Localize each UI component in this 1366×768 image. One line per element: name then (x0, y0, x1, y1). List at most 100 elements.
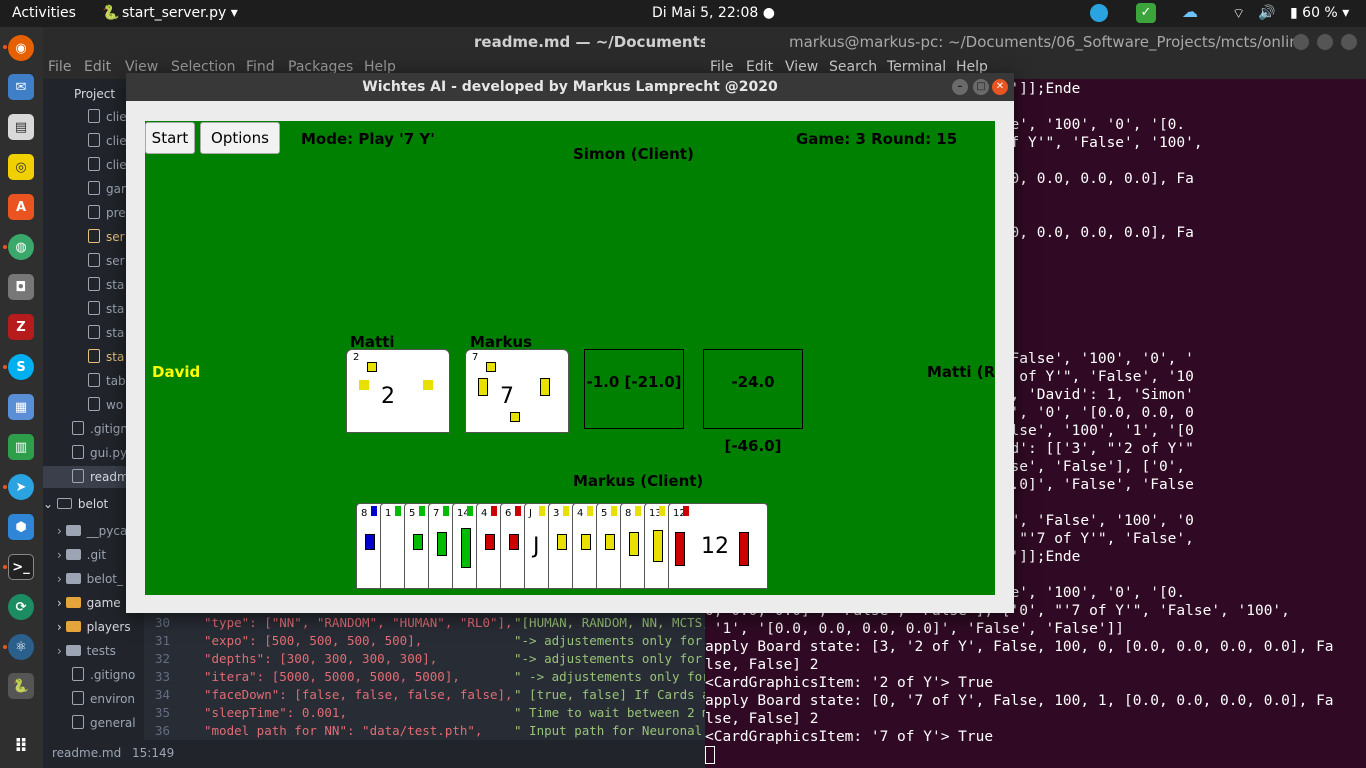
hand-card-suit-bar (485, 534, 495, 550)
thunderbird-icon[interactable]: ✉ (8, 74, 34, 100)
tree-file[interactable]: sta (88, 346, 124, 368)
options-button[interactable]: Options (200, 122, 280, 154)
tree-file[interactable]: .gitigno (72, 664, 135, 686)
tree-file[interactable]: .gitign (72, 418, 128, 440)
tree-folder-belot[interactable]: ⌄ belot (43, 493, 108, 515)
atom-icon[interactable]: ⚛ (8, 634, 34, 660)
firefox-icon[interactable]: ◉ (8, 35, 34, 61)
code-line: 30 "type": ["NN", "RANDOM", "HUMAN", "RL0… (144, 615, 705, 633)
activities-button[interactable]: Activities (12, 5, 76, 21)
hand-card[interactable]: 12 12 (668, 503, 768, 589)
close-button[interactable]: ✕ (992, 79, 1008, 95)
atom-titlebar: readme.md — ~/Documents/06_S (43, 27, 753, 57)
start-button[interactable]: Start (145, 122, 195, 154)
tree-folder[interactable]: › players (57, 616, 131, 638)
telegram-tray-icon[interactable] (1090, 4, 1108, 22)
rhythmbox-icon[interactable]: ◎ (8, 154, 34, 180)
tree-file[interactable]: clie (88, 106, 127, 128)
tree-folder[interactable]: › tests (57, 640, 116, 662)
tree-folder-label: __pyca (86, 524, 128, 538)
file-icon (88, 229, 100, 243)
app-menu[interactable]: start_server.py ▾ (122, 5, 238, 21)
played-card[interactable]: 7 7 (465, 349, 569, 433)
battery-indicator[interactable]: ▮ 60 % ▾ (1290, 5, 1349, 21)
volume-icon[interactable]: 🔊 (1258, 5, 1275, 21)
top-bar: Activities 🐍 start_server.py ▾ Di Mai 5,… (0, 0, 1366, 27)
cube-app-icon[interactable]: ⬢ (8, 514, 34, 540)
clock[interactable]: Di Mai 5, 22:08 ● (652, 5, 775, 21)
browser-icon[interactable]: ◍ (8, 234, 34, 260)
tree-file[interactable]: gui.py (72, 442, 127, 464)
camera-icon[interactable]: ◘ (8, 274, 34, 300)
tree-file[interactable]: environ (72, 688, 135, 710)
tree-folder[interactable]: › game (57, 592, 121, 614)
file-icon (72, 421, 84, 435)
minimize-button[interactable] (1293, 34, 1309, 50)
menu-file[interactable]: File (48, 59, 71, 75)
line-number: 31 (154, 633, 170, 648)
tree-file[interactable]: ser (88, 226, 125, 248)
tree-folder[interactable]: › .git (57, 544, 106, 566)
telegram-icon[interactable]: ➤ (8, 474, 34, 500)
cloud-tray-icon[interactable]: ☁ (1182, 2, 1198, 21)
folder-icon (65, 621, 81, 632)
played-card[interactable]: 2 2 (346, 349, 450, 433)
calc-icon[interactable]: ▥ (8, 434, 34, 460)
minimize-button[interactable]: – (952, 79, 968, 95)
tree-file[interactable]: clie (88, 130, 127, 152)
python-game-icon[interactable]: 🐍 (8, 673, 34, 699)
tree-file-label: sta (106, 326, 125, 340)
show-apps-icon[interactable]: ⠿ (8, 733, 34, 759)
menu-edit[interactable]: Edit (84, 59, 111, 75)
status-cursor-position[interactable]: 15:149 (132, 746, 174, 760)
game-title: Wichtes AI - developed by Markus Lamprec… (362, 79, 778, 95)
file-icon (88, 133, 100, 147)
tree-folder[interactable]: › __pyca (57, 520, 127, 542)
close-button[interactable] (1341, 34, 1357, 50)
tree-file[interactable]: tab (88, 370, 126, 392)
maximize-button[interactable]: □ (973, 79, 989, 95)
tree-file[interactable]: wo (88, 394, 123, 416)
hand-card-suit-bar (461, 528, 471, 568)
file-icon (88, 205, 100, 219)
hand-card-suit-pip (371, 506, 377, 516)
maximize-button[interactable] (1317, 34, 1333, 50)
card-suit-pip (510, 412, 520, 422)
tree-file[interactable]: sta (88, 298, 124, 320)
tree-folder[interactable]: › belot_ (57, 568, 123, 590)
code-comment: " Input path for Neuronal (514, 723, 703, 738)
tree-file-label: clie (106, 158, 127, 172)
terminal-title: markus@markus-pc: ~/Documents/06_Softwar… (789, 33, 1309, 51)
code-editor[interactable]: 30 "type": ["NN", "RANDOM", "HUMAN", "RL0… (144, 610, 705, 740)
battery-percent: 60 % (1302, 5, 1338, 21)
software-icon[interactable]: A (8, 194, 34, 220)
code-comment: " Time to wait between 2 m (514, 705, 705, 720)
tree-file[interactable]: pre (88, 202, 126, 224)
terminal-line: <CardGraphicsItem: '7 of Y'> True (705, 729, 994, 745)
tree-file[interactable]: sta (88, 322, 124, 344)
wifi-icon[interactable]: ⌔ (1232, 5, 1245, 23)
tree-file[interactable]: ser (88, 250, 125, 272)
terminal-line: lse, False] 2 (705, 711, 819, 727)
tree-file[interactable]: general (72, 712, 136, 734)
tree-file[interactable]: sta (88, 274, 124, 296)
checkmark-tray-icon[interactable]: ✓ (1136, 3, 1156, 23)
filezilla-icon[interactable]: Z (8, 314, 34, 340)
hand-card-suit-bar (509, 534, 519, 550)
terminal-icon[interactable]: >_ (8, 554, 34, 580)
files-icon[interactable]: ▤ (8, 114, 34, 140)
file-icon (88, 181, 100, 195)
game-titlebar[interactable]: Wichtes AI - developed by Markus Lamprec… (126, 73, 1014, 101)
hand-card-number: 4 (481, 508, 488, 519)
hand-card-suit-bar (413, 534, 423, 550)
writer-icon[interactable]: ▦ (8, 394, 34, 420)
tree-file[interactable]: clie (88, 154, 127, 176)
tree-folder-label: tests (86, 644, 116, 658)
tree-file-label: environ (90, 692, 136, 706)
status-file-name[interactable]: readme.md (52, 746, 121, 760)
skype-icon[interactable]: S (8, 354, 34, 380)
hand-card-number: 5 (409, 508, 416, 519)
line-number: 32 (154, 651, 170, 666)
sync-app-icon[interactable]: ⟳ (8, 594, 34, 620)
hand-card-suit-pip (419, 506, 425, 516)
